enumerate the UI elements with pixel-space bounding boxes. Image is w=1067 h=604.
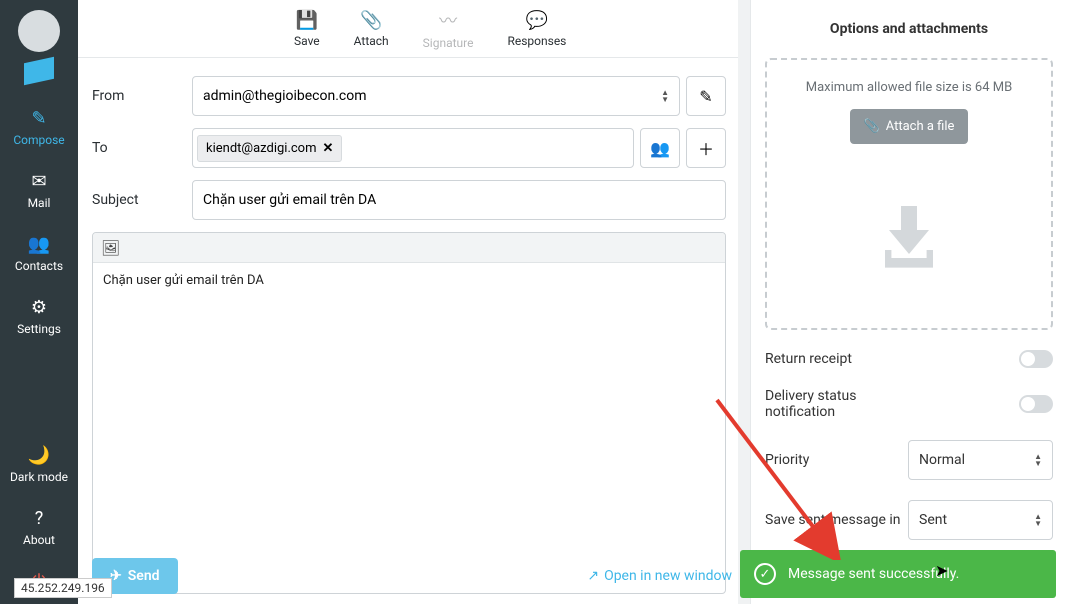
image-icon[interactable]: 🖼 (101, 239, 120, 257)
ip-tooltip: 45.252.249.196 (14, 578, 112, 598)
attach-file-button[interactable]: 📎 Attach a file (850, 109, 969, 144)
open-label: Open in new window (604, 568, 732, 584)
save-in-select[interactable]: Sent ▲▼ (908, 500, 1053, 540)
editor-toolbar[interactable]: 🖼 (93, 233, 725, 263)
delivery-status-label: Delivery status notification (765, 388, 915, 420)
plus-icon: ＋ (698, 136, 714, 160)
to-field[interactable]: kiendt@azdigi.com ✕ (192, 128, 634, 168)
chip-remove-icon[interactable]: ✕ (323, 141, 334, 156)
add-recipient-button[interactable]: ＋ (686, 128, 726, 168)
from-select[interactable]: admin@thegioibecon.com ▲▼ (192, 76, 680, 116)
toast-message: Message sent successfully. (788, 566, 959, 582)
send-label: Send (128, 568, 160, 584)
priority-label: Priority (765, 452, 809, 468)
nav-about[interactable]: ? About (0, 496, 78, 559)
gear-icon: ⚙ (31, 297, 47, 318)
tool-label: Responses (507, 34, 566, 48)
editor: 🖼 Chặn user gửi email trên DA (92, 232, 726, 594)
compose-footer: ✈ Send ↗ Open in new window (92, 558, 732, 594)
attach-label: Attach a file (886, 119, 955, 134)
nav-darkmode[interactable]: 🌙 Dark mode (0, 433, 78, 496)
nav-label: Compose (13, 133, 64, 147)
pencil-icon: ✎ (699, 87, 712, 106)
responses-icon: 💬 (526, 10, 548, 31)
delivery-status-toggle[interactable] (1019, 395, 1053, 413)
attach-tool[interactable]: 📎 Attach (354, 10, 389, 48)
success-toast: ✓ Message sent successfully. (740, 550, 1056, 598)
open-new-window-link[interactable]: ↗ Open in new window (587, 568, 732, 584)
edit-identities-button[interactable]: ✎ (686, 76, 726, 116)
options-panel: Options and attachments Maximum allowed … (750, 0, 1067, 604)
priority-value: Normal (919, 452, 965, 468)
vertical-separator (738, 0, 750, 604)
save-in-value: Sent (919, 512, 947, 528)
avatar[interactable] (18, 10, 60, 52)
tool-label: Attach (354, 34, 389, 48)
signature-icon: 〰 (439, 7, 457, 33)
from-label: From (92, 88, 192, 104)
return-receipt-label: Return receipt (765, 351, 852, 367)
add-contact-button[interactable]: 👥 (640, 128, 680, 168)
nav-label: Dark mode (10, 470, 68, 484)
chevron-updown-icon: ▲▼ (661, 89, 669, 103)
options-title: Options and attachments (765, 0, 1053, 58)
paperclip-icon: 📎 (360, 10, 382, 31)
save-in-label: Save sent message in (765, 512, 901, 528)
nav-label: Contacts (15, 259, 63, 273)
chevron-updown-icon: ▲▼ (1034, 453, 1042, 467)
save-tool[interactable]: 💾 Save (294, 10, 320, 48)
nav-label: About (23, 533, 55, 547)
subject-label: Subject (92, 192, 192, 208)
editor-body[interactable]: Chặn user gửi email trên DA (93, 263, 725, 593)
tool-label: Save (294, 34, 320, 48)
compose-icon: ✎ (31, 108, 46, 129)
responses-tool[interactable]: 💬 Responses (507, 10, 566, 48)
nav-label: Settings (17, 322, 61, 336)
maxsize-text: Maximum allowed file size is 64 MB (806, 80, 1012, 95)
from-value: admin@thegioibecon.com (203, 88, 366, 104)
send-icon: ✈ (110, 568, 122, 584)
chevron-updown-icon: ▲▼ (1034, 513, 1042, 527)
priority-select[interactable]: Normal ▲▼ (908, 440, 1053, 480)
moon-icon: 🌙 (28, 445, 50, 466)
chip-text: kiendt@azdigi.com (206, 141, 317, 156)
add-contact-icon: 👥 (650, 139, 670, 158)
nav-compose[interactable]: ✎ Compose (0, 96, 78, 159)
download-icon (869, 198, 949, 278)
body-text: Chặn user gửi email trên DA (103, 273, 264, 288)
tool-label: Signature (423, 36, 474, 50)
sidebar: ✎ Compose ✉ Mail 👥 Contacts ⚙ Settings 🌙… (0, 0, 78, 604)
paperclip-icon: 📎 (864, 119, 880, 134)
to-label: To (92, 140, 192, 156)
nav-settings[interactable]: ⚙ Settings (0, 285, 78, 348)
check-circle-icon: ✓ (754, 563, 776, 585)
logo-cube (24, 57, 54, 85)
signature-tool: 〰 Signature (423, 7, 474, 50)
subject-input[interactable]: Chặn user gửi email trên DA (192, 180, 726, 220)
recipient-chip[interactable]: kiendt@azdigi.com ✕ (197, 135, 342, 162)
nav-label: Mail (28, 196, 51, 210)
attachment-dropzone[interactable]: Maximum allowed file size is 64 MB 📎 Att… (765, 58, 1053, 330)
contacts-icon: 👥 (28, 234, 50, 255)
question-icon: ? (35, 508, 44, 529)
subject-value: Chặn user gửi email trên DA (203, 192, 376, 208)
return-receipt-toggle[interactable] (1019, 350, 1053, 368)
nav-contacts[interactable]: 👥 Contacts (0, 222, 78, 285)
external-link-icon: ↗ (587, 568, 599, 584)
compose-main: From admin@thegioibecon.com ▲▼ ✎ To kien… (78, 58, 738, 604)
save-icon: 💾 (296, 10, 318, 31)
nav-mail[interactable]: ✉ Mail (0, 159, 78, 222)
mail-icon: ✉ (31, 171, 46, 192)
